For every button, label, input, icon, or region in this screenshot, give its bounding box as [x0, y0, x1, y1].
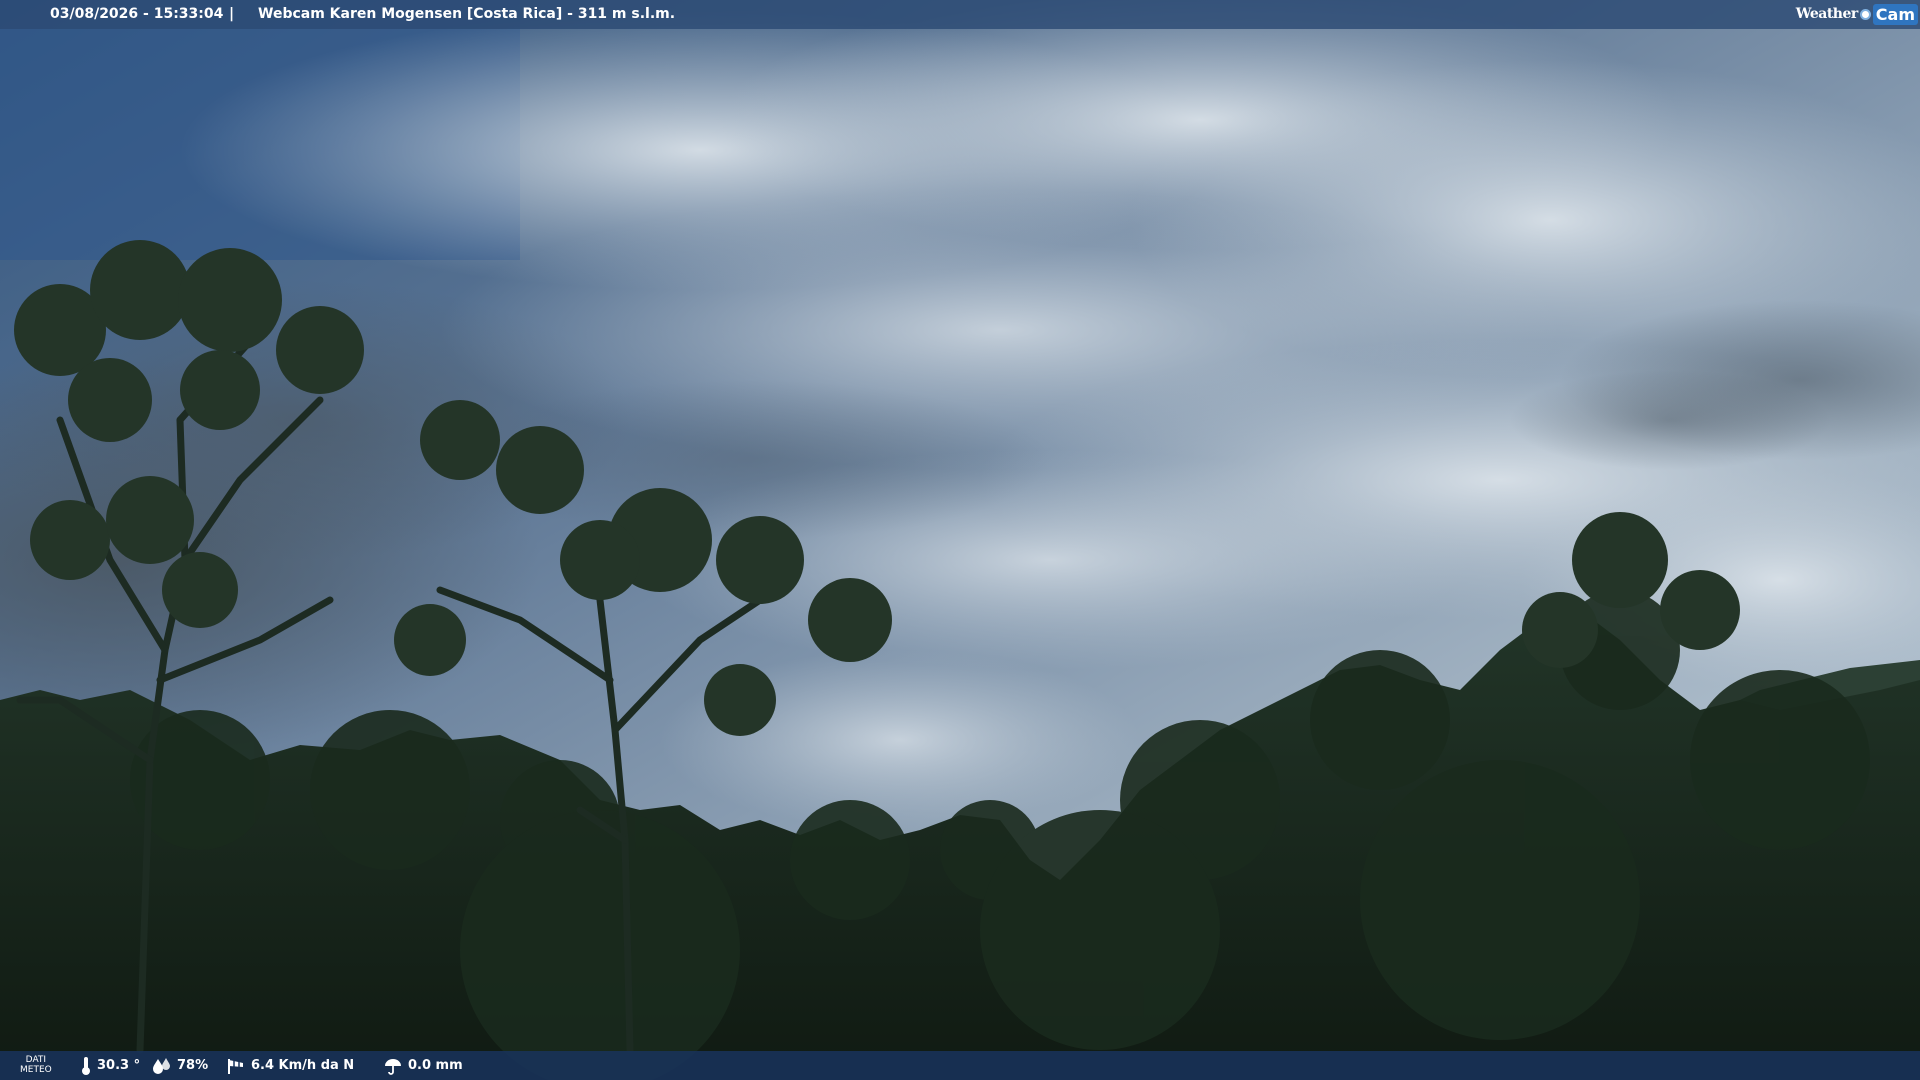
webcam-title: Webcam Karen Mogensen [Costa Rica] - 311… — [258, 6, 676, 22]
weather-data-bar: DATI METEO 30.3 ° 78% 6.4 Km/h da N 0.0 … — [0, 1051, 1920, 1080]
rain-value: 0.0 mm — [408, 1058, 463, 1073]
header-bar: 03/08/2026 - 15:33:04 | Webcam Karen Mog… — [0, 0, 1920, 29]
logo-text-cam: Cam — [1872, 3, 1918, 25]
humidity-reading: 78% — [152, 1051, 208, 1080]
webcam-image — [0, 0, 1920, 1080]
rain-umbrella-icon — [385, 1058, 401, 1075]
header-separator: | — [229, 6, 235, 22]
humidity-value: 78% — [177, 1058, 209, 1073]
wind-sock-icon — [228, 1058, 243, 1074]
temperature-reading: 30.3 ° — [80, 1051, 140, 1080]
wind-reading: 6.4 Km/h da N — [226, 1051, 354, 1080]
thermometer-icon — [82, 1056, 90, 1075]
weather-data-label: DATI METEO — [20, 1055, 52, 1075]
rain-reading: 0.0 mm — [383, 1051, 463, 1080]
logo-text-weather: Weather — [1795, 6, 1859, 22]
temperature-value: 30.3 ° — [97, 1058, 141, 1073]
logo-dot-icon — [1859, 8, 1871, 20]
humidity-drops-icon — [153, 1057, 170, 1074]
datetime-label: 03/08/2026 - 15:33:04 — [50, 6, 224, 22]
weathercam-logo: Weather Cam — [1796, 2, 1918, 26]
wind-value: 6.4 Km/h da N — [251, 1058, 355, 1073]
